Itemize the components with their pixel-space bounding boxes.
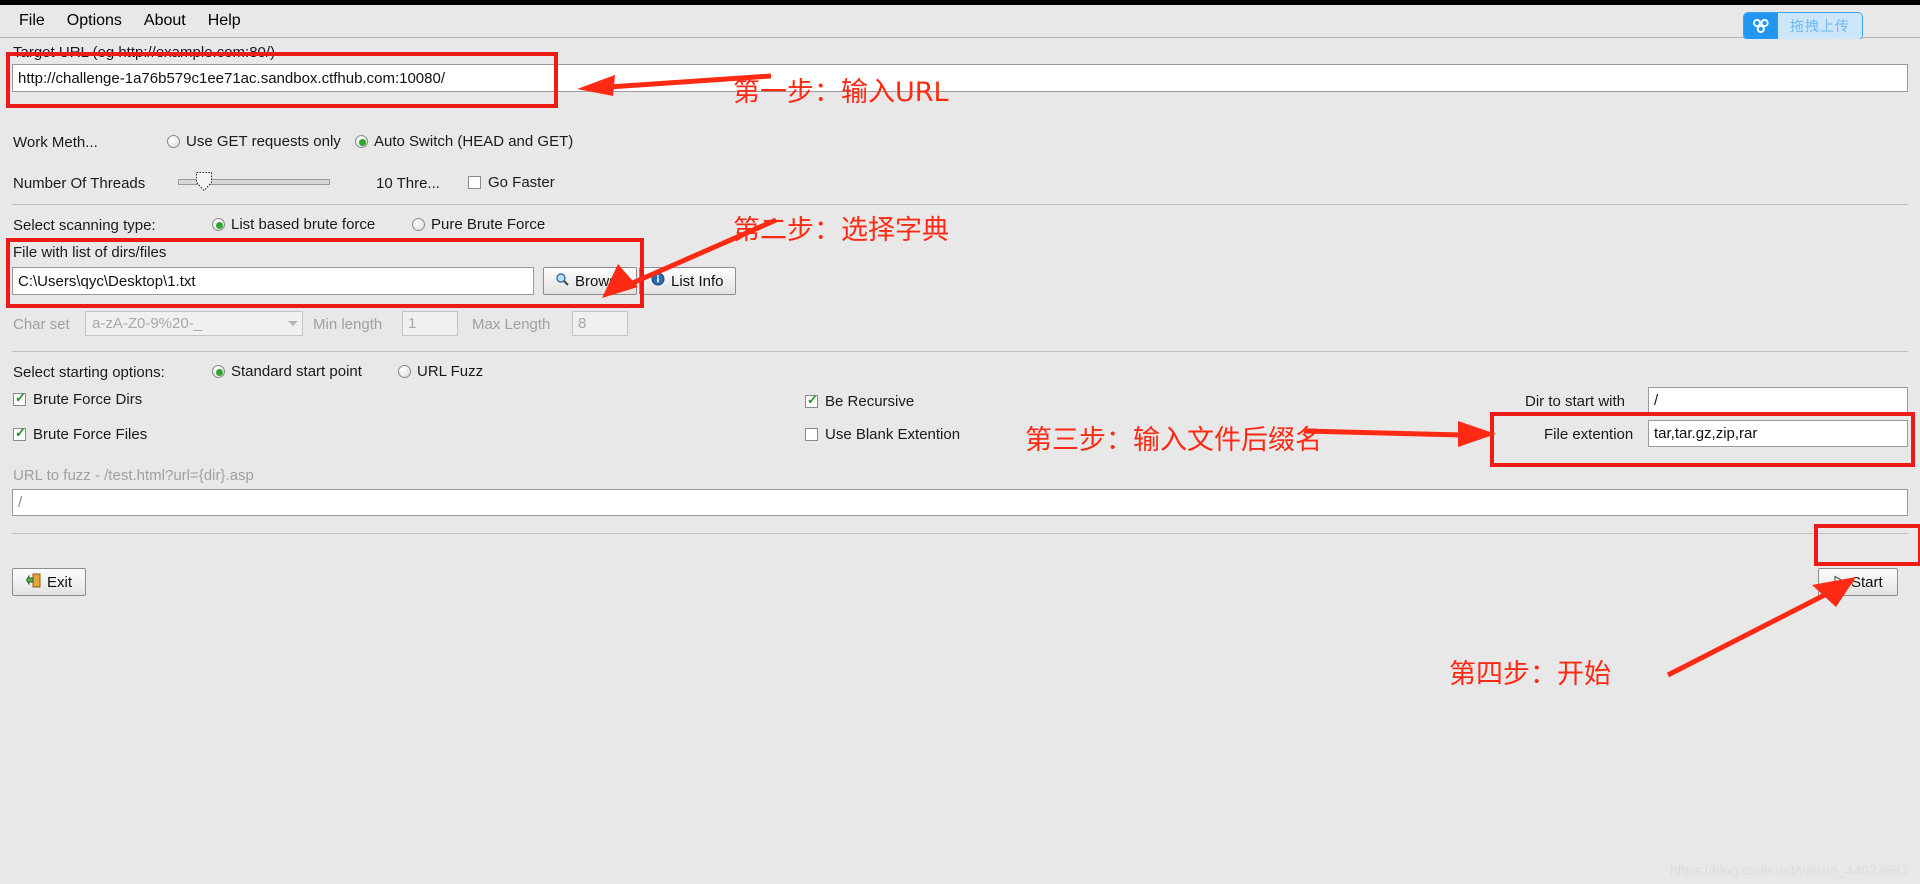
chevron-down-icon xyxy=(288,321,298,326)
menu-bar: File Options About Help 拖拽上传 xyxy=(0,5,1920,39)
target-url-legend: Target URL (eg http://example.com:80/) xyxy=(13,44,276,61)
browse-button[interactable]: Browse xyxy=(543,267,638,295)
baidu-upload-widget[interactable]: 拖拽上传 xyxy=(1744,13,1862,39)
radio-use-get-only[interactable]: Use GET requests only xyxy=(167,133,341,150)
divider-2 xyxy=(12,351,1908,352)
divider-3 xyxy=(12,533,1908,534)
min-length-input[interactable] xyxy=(402,311,458,336)
checkbox-label: Brute Force Dirs xyxy=(33,391,143,408)
slider-thumb[interactable] xyxy=(196,172,212,191)
baidu-netdisk-icon xyxy=(1744,13,1778,39)
annotation-step-1: 第一步：输入URL xyxy=(733,77,949,108)
main-panel: Target URL (eg http://example.com:80/) W… xyxy=(0,39,1920,884)
radio-dot xyxy=(412,218,425,231)
baidu-upload-label: 拖拽上传 xyxy=(1778,13,1862,39)
threads-slider[interactable] xyxy=(178,171,330,191)
start-button[interactable]: Start xyxy=(1818,568,1898,596)
radio-label: Use GET requests only xyxy=(186,133,341,150)
file-extention-label: File extention xyxy=(1544,426,1634,443)
play-triangle-icon xyxy=(1833,574,1845,591)
exit-label: Exit xyxy=(47,573,73,591)
radio-dot xyxy=(212,365,225,378)
file-extention-input[interactable] xyxy=(1648,420,1908,447)
radio-auto-switch[interactable]: Auto Switch (HEAD and GET) xyxy=(355,133,573,150)
exit-button[interactable]: Exit xyxy=(12,568,87,596)
menu-item-about[interactable]: About xyxy=(133,9,197,33)
menu-item-help[interactable]: Help xyxy=(197,9,252,33)
checkbox-use-blank-extention[interactable]: Use Blank Extention xyxy=(805,426,960,443)
radio-list-based[interactable]: List based brute force xyxy=(212,216,375,233)
checkbox-box xyxy=(805,428,818,441)
checkbox-label: Brute Force Files xyxy=(33,426,148,443)
dir-to-start-with-label: Dir to start with xyxy=(1525,393,1626,410)
charset-dropdown[interactable]: a-zA-Z0-9%20-_ xyxy=(85,311,303,336)
url-to-fuzz-label: URL to fuzz - /test.html?url={dir}.asp xyxy=(13,467,254,484)
checkbox-label: Be Recursive xyxy=(825,393,915,410)
max-length-label: Max Length xyxy=(472,316,551,333)
radio-standard-start-point[interactable]: Standard start point xyxy=(212,363,362,380)
radio-dot xyxy=(212,218,225,231)
exit-door-icon xyxy=(25,573,41,592)
scan-type-label: Select scanning type: xyxy=(13,217,156,234)
max-length-input[interactable] xyxy=(572,311,628,336)
radio-dot xyxy=(398,365,411,378)
magnifier-icon xyxy=(555,272,569,290)
csdn-watermark: https://blog.csdn.net/weixin_44023693 xyxy=(1669,862,1908,878)
annotation-step-2: 第二步：选择字典 xyxy=(733,215,949,246)
dir-list-path-input[interactable] xyxy=(12,267,534,295)
radio-dot xyxy=(355,135,368,148)
menu-item-options[interactable]: Options xyxy=(56,9,133,33)
radio-label: URL Fuzz xyxy=(417,363,484,380)
dirbuster-window: File Options About Help 拖拽上传 Target URL … xyxy=(0,0,1920,884)
checkbox-box xyxy=(805,392,818,408)
checkbox-box xyxy=(13,425,26,441)
menu-item-file[interactable]: File xyxy=(8,9,56,33)
starting-options-label: Select starting options: xyxy=(13,364,165,381)
checkbox-box xyxy=(468,176,481,189)
url-to-fuzz-input[interactable] xyxy=(12,489,1908,516)
radio-label: Pure Brute Force xyxy=(431,216,546,233)
annotation-step-3: 第三步：输入文件后缀名 xyxy=(1025,425,1322,456)
checkbox-go-faster[interactable]: Go Faster xyxy=(468,174,555,191)
work-method-label: Work Meth... xyxy=(13,134,98,151)
radio-pure-brute-force[interactable]: Pure Brute Force xyxy=(412,216,545,233)
start-label: Start xyxy=(1851,573,1883,591)
charset-value: a-zA-Z0-9%20-_ xyxy=(92,315,203,332)
info-icon xyxy=(651,272,665,290)
radio-label: Standard start point xyxy=(231,363,362,380)
radio-url-fuzz[interactable]: URL Fuzz xyxy=(398,363,483,380)
dir-file-legend: File with list of dirs/files xyxy=(13,244,167,261)
annotation-step-4: 第四步：开始 xyxy=(1449,659,1611,690)
checkbox-brute-force-files[interactable]: Brute Force Files xyxy=(13,425,148,443)
checkbox-brute-force-dirs[interactable]: Brute Force Dirs xyxy=(13,390,143,408)
checkbox-be-recursive[interactable]: Be Recursive xyxy=(805,392,915,410)
divider-1 xyxy=(12,204,1908,205)
checkbox-box xyxy=(13,390,26,406)
target-url-input[interactable] xyxy=(12,64,1908,92)
threads-value: 10 Thre... xyxy=(376,175,440,192)
checkbox-label: Go Faster xyxy=(488,174,555,191)
threads-label: Number Of Threads xyxy=(13,175,146,192)
list-info-label: List Info xyxy=(671,272,724,290)
radio-label: Auto Switch (HEAD and GET) xyxy=(374,133,574,150)
radio-label: List based brute force xyxy=(231,216,376,233)
min-length-label: Min length xyxy=(313,316,383,333)
dir-to-start-with-input[interactable] xyxy=(1648,387,1908,414)
browse-label: Browse xyxy=(575,272,626,290)
checkbox-label: Use Blank Extention xyxy=(825,426,961,443)
radio-dot xyxy=(167,135,180,148)
charset-label: Char set xyxy=(13,316,70,333)
list-info-button[interactable]: List Info xyxy=(639,267,736,295)
